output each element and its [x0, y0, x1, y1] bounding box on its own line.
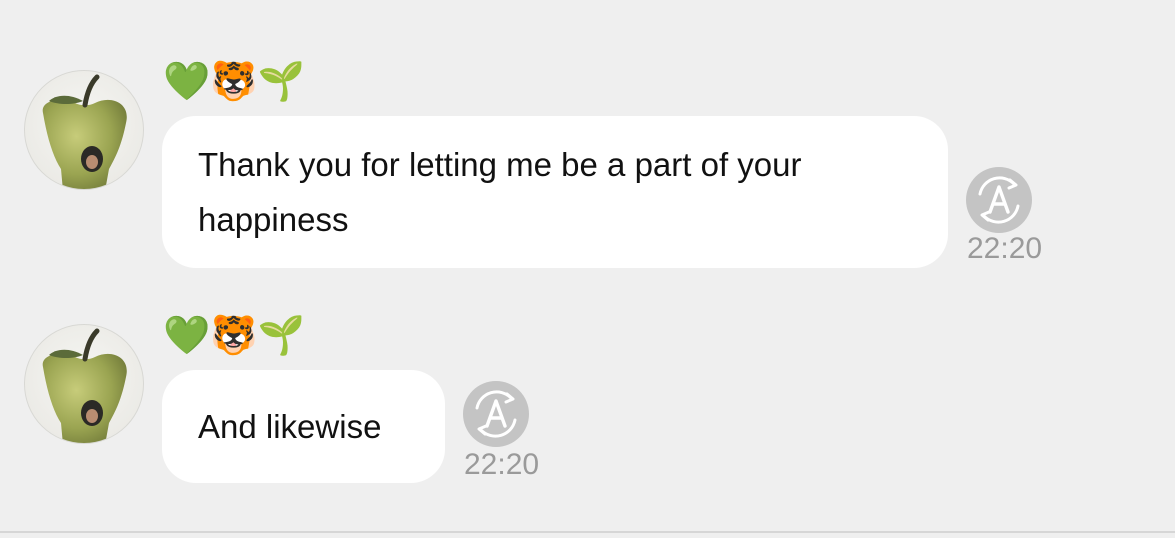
avatar[interactable]: [24, 70, 144, 190]
sender-name[interactable]: 💚🐯🌱: [163, 58, 305, 104]
message-bubble[interactable]: Thank you for letting me be a part of yo…: [162, 116, 948, 268]
apple-avatar-image: [42, 74, 127, 189]
message-time: 22:20: [464, 448, 540, 481]
sender-name[interactable]: 💚🐯🌱: [163, 312, 305, 358]
chat-thread: 💚🐯🌱 Thank you for letting me be a part o…: [0, 0, 1175, 538]
translate-icon[interactable]: [463, 381, 529, 447]
message-text: And likewise: [198, 408, 382, 445]
message-bubble[interactable]: And likewise: [162, 370, 445, 483]
avatar[interactable]: [24, 324, 144, 444]
message-time: 22:20: [967, 232, 1043, 265]
divider: [0, 531, 1175, 533]
message-text: Thank you for letting me be a part of yo…: [198, 146, 802, 238]
translate-icon[interactable]: [966, 167, 1032, 233]
apple-avatar-image: [42, 328, 127, 443]
